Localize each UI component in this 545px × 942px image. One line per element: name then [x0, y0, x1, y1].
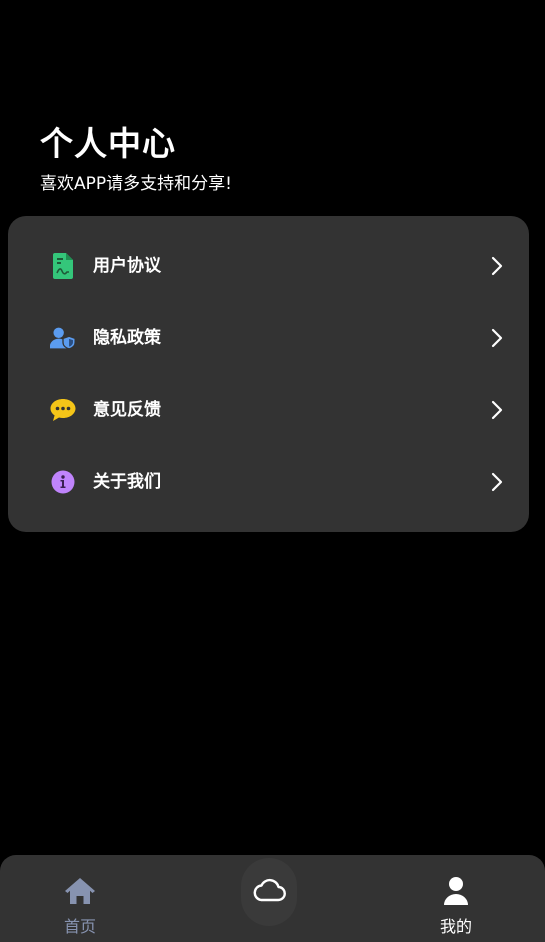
menu-item-feedback[interactable]: 意见反馈: [8, 374, 529, 446]
info-icon: [50, 469, 76, 495]
user-icon: [440, 875, 472, 907]
cloud-icon: [252, 878, 286, 906]
page-subtitle: 喜欢APP请多支持和分享!: [40, 174, 232, 194]
menu-item-about-us[interactable]: 关于我们: [8, 446, 529, 518]
user-shield-icon: [50, 325, 76, 351]
menu-item-label: 用户协议: [93, 256, 161, 276]
page-header: 个人中心 喜欢APP请多支持和分享!: [40, 122, 232, 196]
home-icon: [64, 875, 96, 907]
chevron-right-icon: [489, 398, 505, 422]
tab-home-label: 首页: [63, 917, 96, 936]
chevron-right-icon: [489, 326, 505, 350]
tab-mine-label: 我的: [439, 917, 472, 936]
menu-item-label: 意见反馈: [93, 400, 161, 420]
menu-item-label: 关于我们: [93, 472, 161, 492]
document-icon: [50, 253, 76, 279]
menu-item-privacy-policy[interactable]: 隐私政策: [8, 302, 529, 374]
menu-item-label: 隐私政策: [93, 328, 161, 348]
tab-mine[interactable]: 我的: [396, 855, 516, 942]
chevron-right-icon: [489, 470, 505, 494]
center-cloud-button[interactable]: [241, 858, 297, 926]
menu-item-user-agreement[interactable]: 用户协议: [8, 230, 529, 302]
menu-card: 用户协议 隐私政策 意见反馈 关于我们: [8, 216, 529, 532]
bottom-tab-bar: 首页 我的: [0, 855, 545, 942]
chevron-right-icon: [489, 254, 505, 278]
page-title: 个人中心: [40, 124, 176, 163]
tab-home[interactable]: 首页: [20, 855, 140, 942]
chat-bubble-icon: [50, 397, 76, 423]
